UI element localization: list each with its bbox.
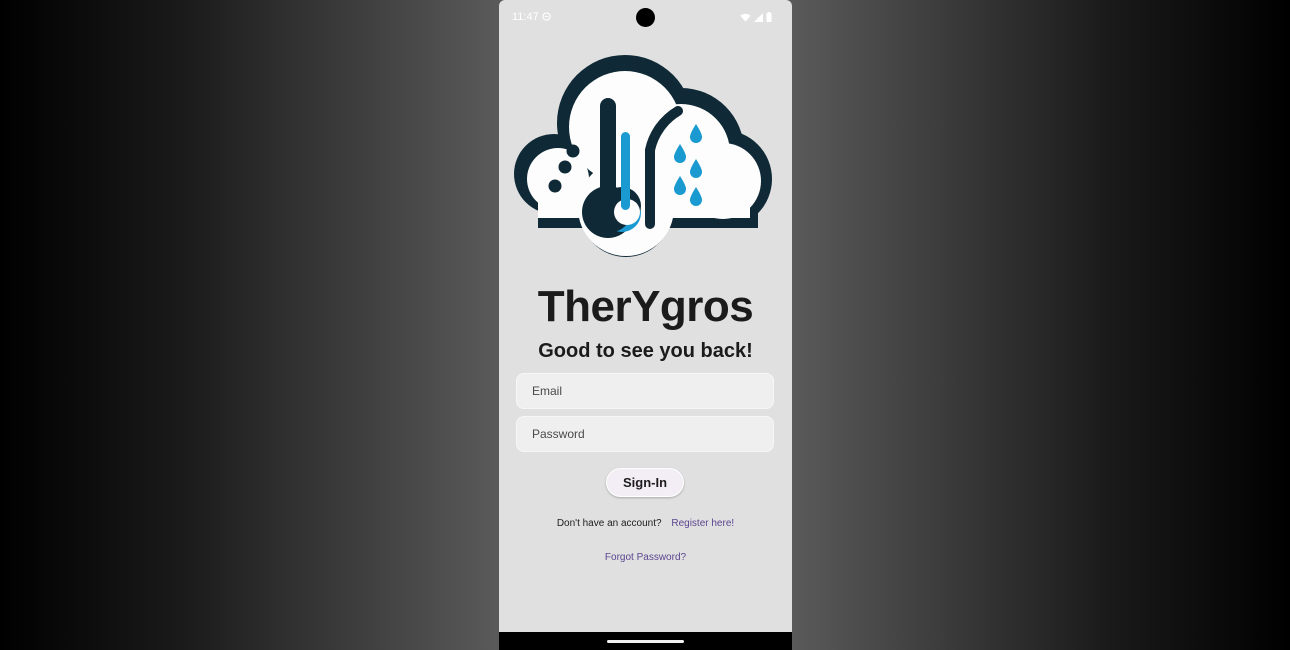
signal-icon [754, 12, 763, 22]
status-icons [740, 11, 772, 23]
password-input[interactable] [517, 417, 773, 451]
home-gesture-handle[interactable] [607, 640, 684, 643]
app-title: TherYgros [537, 282, 754, 331]
wifi-icon [740, 13, 751, 22]
email-input[interactable] [517, 374, 773, 408]
navigation-bar [499, 632, 792, 650]
email-field[interactable] [516, 373, 774, 409]
front-camera [636, 8, 655, 27]
status-bar: 11:47 [499, 0, 792, 34]
sign-in-button[interactable]: Sign-In [606, 468, 684, 497]
cloud-thermometer-raindrops-logo [514, 55, 772, 257]
register-row: Don't have an account? Register here! [499, 518, 792, 529]
do-not-disturb-icon [542, 12, 551, 21]
welcome-subtitle: Good to see you back! [538, 340, 753, 362]
register-question: Don't have an account? [556, 518, 662, 529]
forgot-password-link[interactable]: Forgot Password? [499, 552, 792, 563]
password-field[interactable] [516, 416, 774, 452]
status-time: 11:47 [512, 11, 539, 23]
phone-screen: 11:47 TherYgros Good to see you back! Em… [499, 0, 792, 650]
register-link[interactable]: Register here! [671, 518, 734, 529]
battery-icon [766, 12, 772, 22]
